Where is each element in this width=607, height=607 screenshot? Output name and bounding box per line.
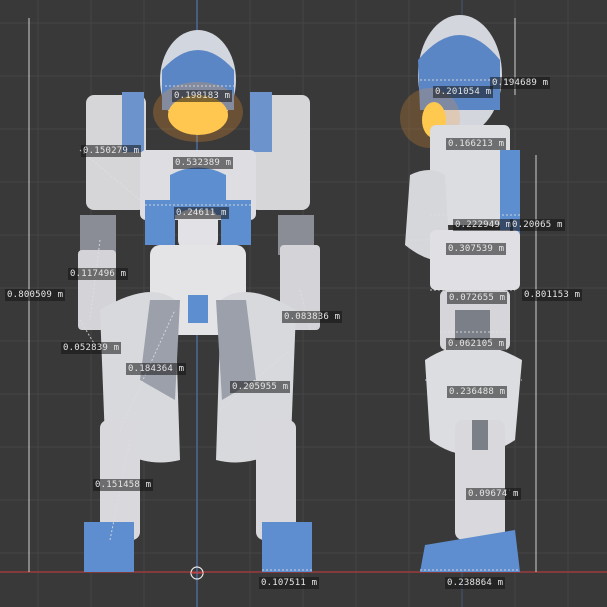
measurement-label: 0.201054 m xyxy=(433,86,494,98)
measurement-label: 0.307539 m xyxy=(446,243,507,255)
measurement-label: 0.800509 m xyxy=(5,289,66,301)
measurement-label: 0.062105 m xyxy=(446,338,507,350)
measurement-label: 0.166213 m xyxy=(446,138,507,150)
measurement-label: 0.532389 m xyxy=(173,157,234,169)
measurement-label: 0.801153 m xyxy=(522,289,583,301)
measurement-label: 0.09674 m xyxy=(466,488,521,500)
measurement-label: 0.20065 m xyxy=(510,219,565,231)
measurement-label: 0.194689 m xyxy=(490,77,551,89)
measurement-label: 0.184364 m xyxy=(126,363,187,375)
measurement-label: 0.205955 m xyxy=(230,381,291,393)
measurement-label: 0.198183 m xyxy=(172,90,233,102)
measurement-label: 0.117496 m xyxy=(68,268,129,280)
measurement-label: 0.238864 m xyxy=(445,577,506,589)
measurement-label: 0.150279 m xyxy=(81,145,142,157)
measurement-label: 0.24611 m xyxy=(174,207,229,219)
measurement-label: 0.083836 m xyxy=(282,311,343,323)
measurement-label: 0.151458 m xyxy=(93,479,154,491)
measurement-label: 0.072655 m xyxy=(447,292,508,304)
measurement-label: 0.222949 m xyxy=(453,219,514,231)
3d-viewport[interactable]: 0.198183 m 0.150279 m 0.532389 m 0.24611… xyxy=(0,0,607,607)
viewport-grid xyxy=(0,0,607,607)
measurement-label: 0.107511 m xyxy=(259,577,320,589)
measurement-label: 0.236488 m xyxy=(447,386,508,398)
measurement-label: 0.052839 m xyxy=(61,342,122,354)
